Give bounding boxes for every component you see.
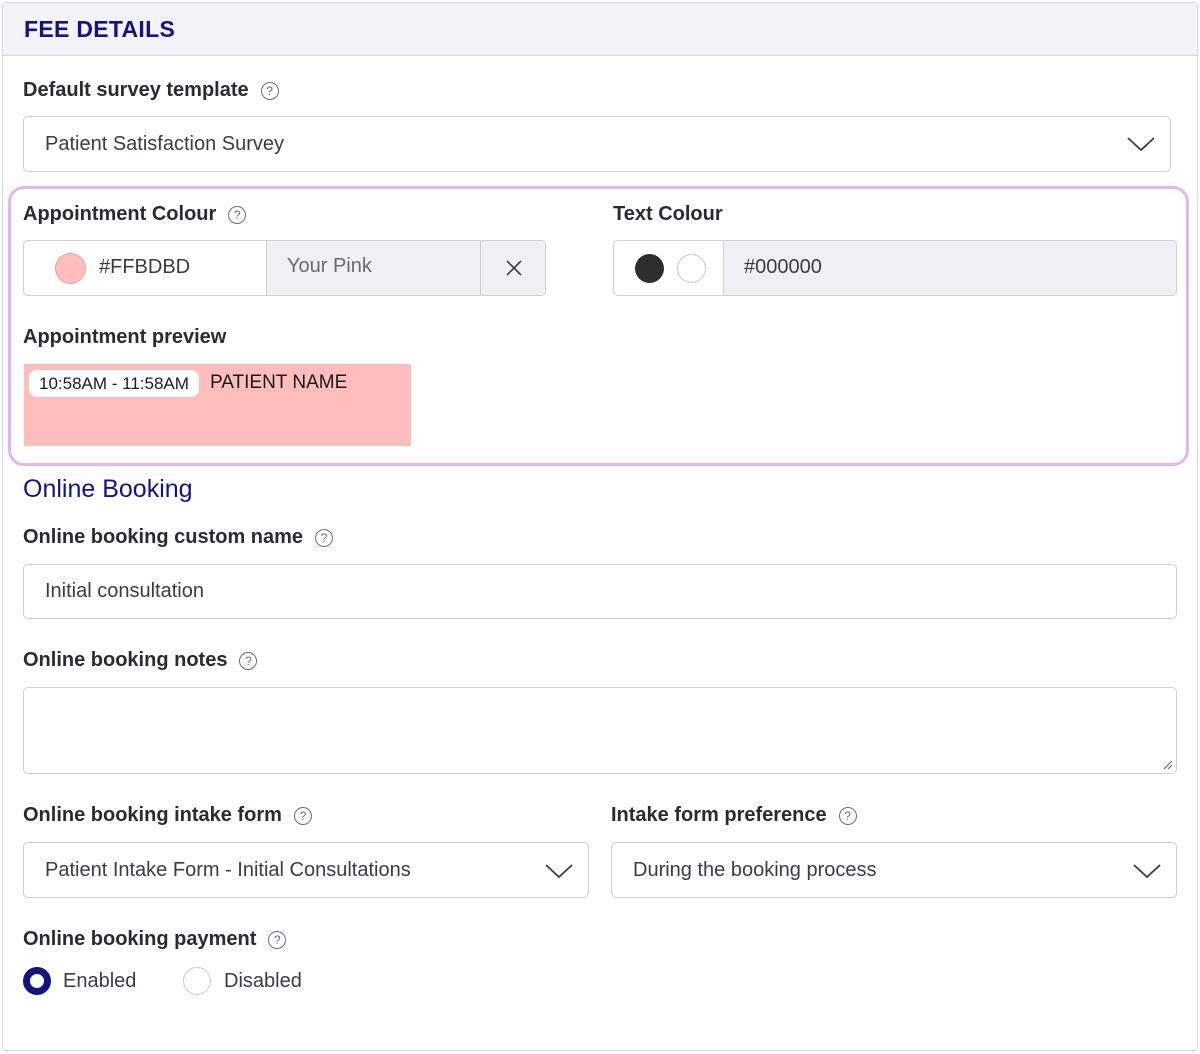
appointment-colour-hex[interactable]: #FFBDBD [99,256,190,279]
survey-template-label: Default survey template ? [23,79,279,102]
booking-payment-label: Online booking payment ? [23,928,287,951]
intake-preference-value: During the booking process [633,859,877,881]
preview-time: 10:58AM - 11:58AM [29,370,199,397]
help-icon[interactable]: ? [293,806,312,825]
resize-handle-icon[interactable] [1161,758,1173,770]
help-icon[interactable]: ? [260,81,279,100]
custom-name-input[interactable]: Initial consultation [23,564,1177,619]
help-icon[interactable]: ? [268,930,287,949]
intake-form-select[interactable]: Patient Intake Form - Initial Consultati… [23,842,589,898]
help-icon[interactable]: ? [315,528,334,547]
chevron-down-icon [1133,864,1161,879]
survey-template-value: Patient Satisfaction Survey [45,133,285,155]
survey-template-select[interactable]: Patient Satisfaction Survey [23,116,1171,172]
text-colour-hex-field: #000000 [723,241,1176,295]
chevron-down-icon [1127,137,1155,152]
close-icon [506,260,522,276]
custom-name-value: Initial consultation [45,580,204,602]
intake-form-value: Patient Intake Form - Initial Consultati… [45,859,411,881]
appointment-preview: 10:58AM - 11:58AM PATIENT NAME [24,364,411,446]
card-title: FEE DETAILS [24,16,176,42]
help-icon[interactable]: ? [838,806,857,825]
help-icon[interactable]: ? [239,651,258,670]
payment-disabled-label[interactable]: Disabled [224,970,302,993]
intake-form-label: Online booking intake form ? [23,804,312,827]
payment-disabled-radio[interactable] [183,967,211,995]
appointment-colour-name: Your Pink [266,241,480,295]
online-booking-section-title: Online Booking [23,475,193,503]
help-icon[interactable]: ? [228,205,247,224]
payment-enabled-label[interactable]: Enabled [63,970,136,993]
custom-name-label: Online booking custom name ? [23,526,334,549]
clear-colour-button[interactable] [480,241,545,295]
text-colour-picker: #000000 [613,240,1177,296]
appointment-colour-picker: #FFBDBD Your Pink [23,240,546,296]
intake-preference-select[interactable]: During the booking process [611,842,1177,898]
text-colour-dark-option[interactable] [635,254,664,283]
appointment-preview-label: Appointment preview [23,326,227,348]
intake-preference-label: Intake form preference ? [611,804,857,827]
booking-notes-label: Online booking notes ? [23,649,258,672]
preview-patient-name: PATIENT NAME [210,372,348,393]
chevron-down-icon [545,864,573,879]
booking-notes-textarea[interactable] [23,687,1177,774]
colour-swatch[interactable] [55,253,86,284]
text-colour-label: Text Colour [613,203,723,225]
payment-enabled-radio[interactable] [23,967,51,995]
appointment-colour-label: Appointment Colour ? [23,203,247,226]
text-colour-light-option[interactable] [677,254,706,283]
card-header: FEE DETAILS [3,3,1197,56]
